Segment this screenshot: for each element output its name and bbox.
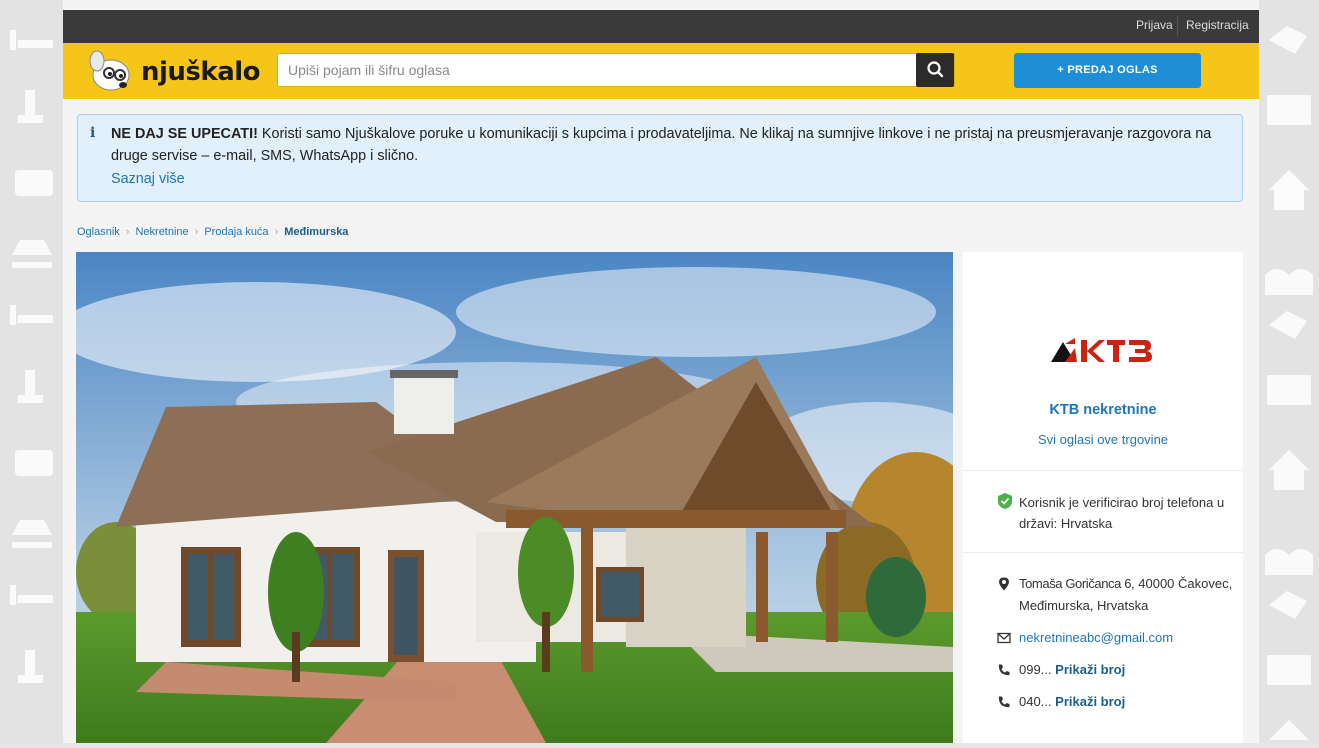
listing-photo[interactable]: [76, 252, 953, 743]
panel-divider: [963, 552, 1243, 553]
verified-phone-text: Korisnik je verificirao broj telefona u …: [1019, 495, 1225, 531]
chevron-right-icon: ›: [274, 226, 279, 238]
shop-name-link[interactable]: KTB nekretnine: [963, 402, 1243, 418]
search-icon: [927, 61, 944, 78]
page-container: Prijava Registracija njuškalo Upiši poja…: [63, 0, 1259, 743]
address-street: Tomaša Goričanca 6: [1019, 576, 1132, 591]
dog-mascot-icon: [89, 50, 130, 91]
breadcrumb-item[interactable]: Oglasnik: [77, 226, 120, 238]
chevron-right-icon: ›: [125, 226, 130, 238]
phone-icon: [998, 664, 1010, 676]
breadcrumb-current[interactable]: Međimurska: [284, 226, 348, 238]
safety-notice: i NE DAJ SE UPECATI! Koristi samo Njuška…: [77, 114, 1243, 202]
breadcrumb-item[interactable]: Prodaja kuća: [204, 226, 268, 238]
decorative-pattern-icons: [1265, 26, 1313, 740]
mail-icon: [997, 632, 1011, 644]
login-link[interactable]: Prijava: [1136, 10, 1173, 43]
house-image: [76, 252, 953, 743]
breadcrumb: Oglasnik › Nekretnine › Prodaja kuća › Međimur…: [77, 226, 348, 238]
chevron-right-icon: ›: [194, 226, 199, 238]
right-background-pattern: [1259, 0, 1319, 743]
email-link[interactable]: nekretnineabc@gmail.com: [1019, 630, 1173, 645]
site-header: njuškalo + PREDAJ OGLAS: [63, 43, 1259, 99]
search-input[interactable]: [278, 54, 918, 86]
location-pin-icon: [999, 577, 1009, 591]
post-ad-button[interactable]: + PREDAJ OGLAS: [1014, 53, 1201, 88]
verified-shield-icon: [998, 493, 1012, 509]
search-box: [277, 53, 955, 87]
shop-logo[interactable]: [1043, 330, 1163, 370]
breadcrumb-item[interactable]: Nekretnine: [135, 226, 188, 238]
top-bar-divider: [1177, 16, 1178, 36]
site-logo[interactable]: njuškalo: [83, 47, 273, 95]
logo-wordmark: njuškalo: [141, 57, 261, 87]
register-link[interactable]: Registracija: [1186, 10, 1249, 43]
phone-prefix: 099...: [1019, 662, 1052, 677]
left-background-pattern: [0, 0, 63, 743]
learn-more-link[interactable]: Saznaj više: [111, 171, 185, 187]
notice-text: NE DAJ SE UPECATI! Koristi samo Njuškalo…: [111, 123, 1231, 167]
all-shop-ads-link[interactable]: Svi oglasi ove trgovine: [963, 432, 1243, 447]
phone-icon: [998, 696, 1010, 708]
decorative-pattern-icons: [10, 30, 53, 683]
search-button[interactable]: [916, 53, 954, 87]
panel-divider: [963, 470, 1243, 471]
notice-body: Koristi samo Njuškalove poruke u komunik…: [111, 126, 1212, 164]
phone-prefix: 040...: [1019, 694, 1052, 709]
phone-number: 040... Prikaži broj: [1019, 694, 1125, 709]
info-icon: i: [90, 125, 96, 141]
address-text: Tomaša Goričanca 6, 40000 Čakovec, Međim…: [1019, 573, 1234, 617]
notice-heading: NE DAJ SE UPECATI!: [111, 126, 258, 142]
top-bar: Prijava Registracija: [63, 10, 1259, 43]
show-phone-button[interactable]: Prikaži broj: [1055, 662, 1125, 677]
show-phone-button[interactable]: Prikaži broj: [1055, 694, 1125, 709]
seller-panel: KTB nekretnine Svi oglasi ove trgovine K…: [963, 252, 1243, 743]
phone-number: 099... Prikaži broj: [1019, 662, 1125, 677]
